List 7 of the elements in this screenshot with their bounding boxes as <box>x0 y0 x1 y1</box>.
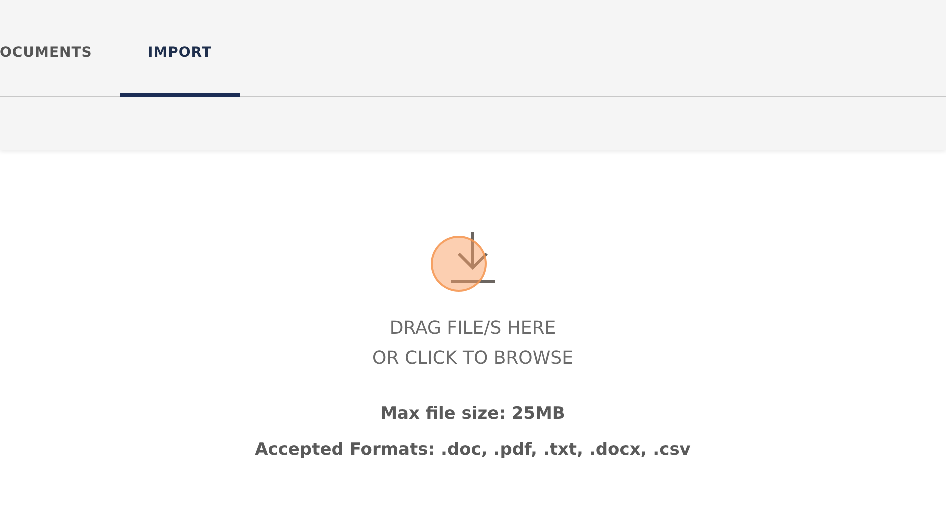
tab[interactable]: OCUMENTS <box>0 0 100 97</box>
drop-instruction: DRAG FILE/S HERE <box>390 317 556 341</box>
formats-text: Accepted Formats: .doc, .pdf, .txt, .docx, .csv <box>255 440 691 460</box>
max-size-text: Max file size: 25MB <box>380 404 566 424</box>
tab[interactable]: IMPORT <box>120 0 240 97</box>
drop-instruction: OR CLICK TO BROWSE <box>372 347 574 371</box>
download-icon[interactable] <box>449 232 497 284</box>
